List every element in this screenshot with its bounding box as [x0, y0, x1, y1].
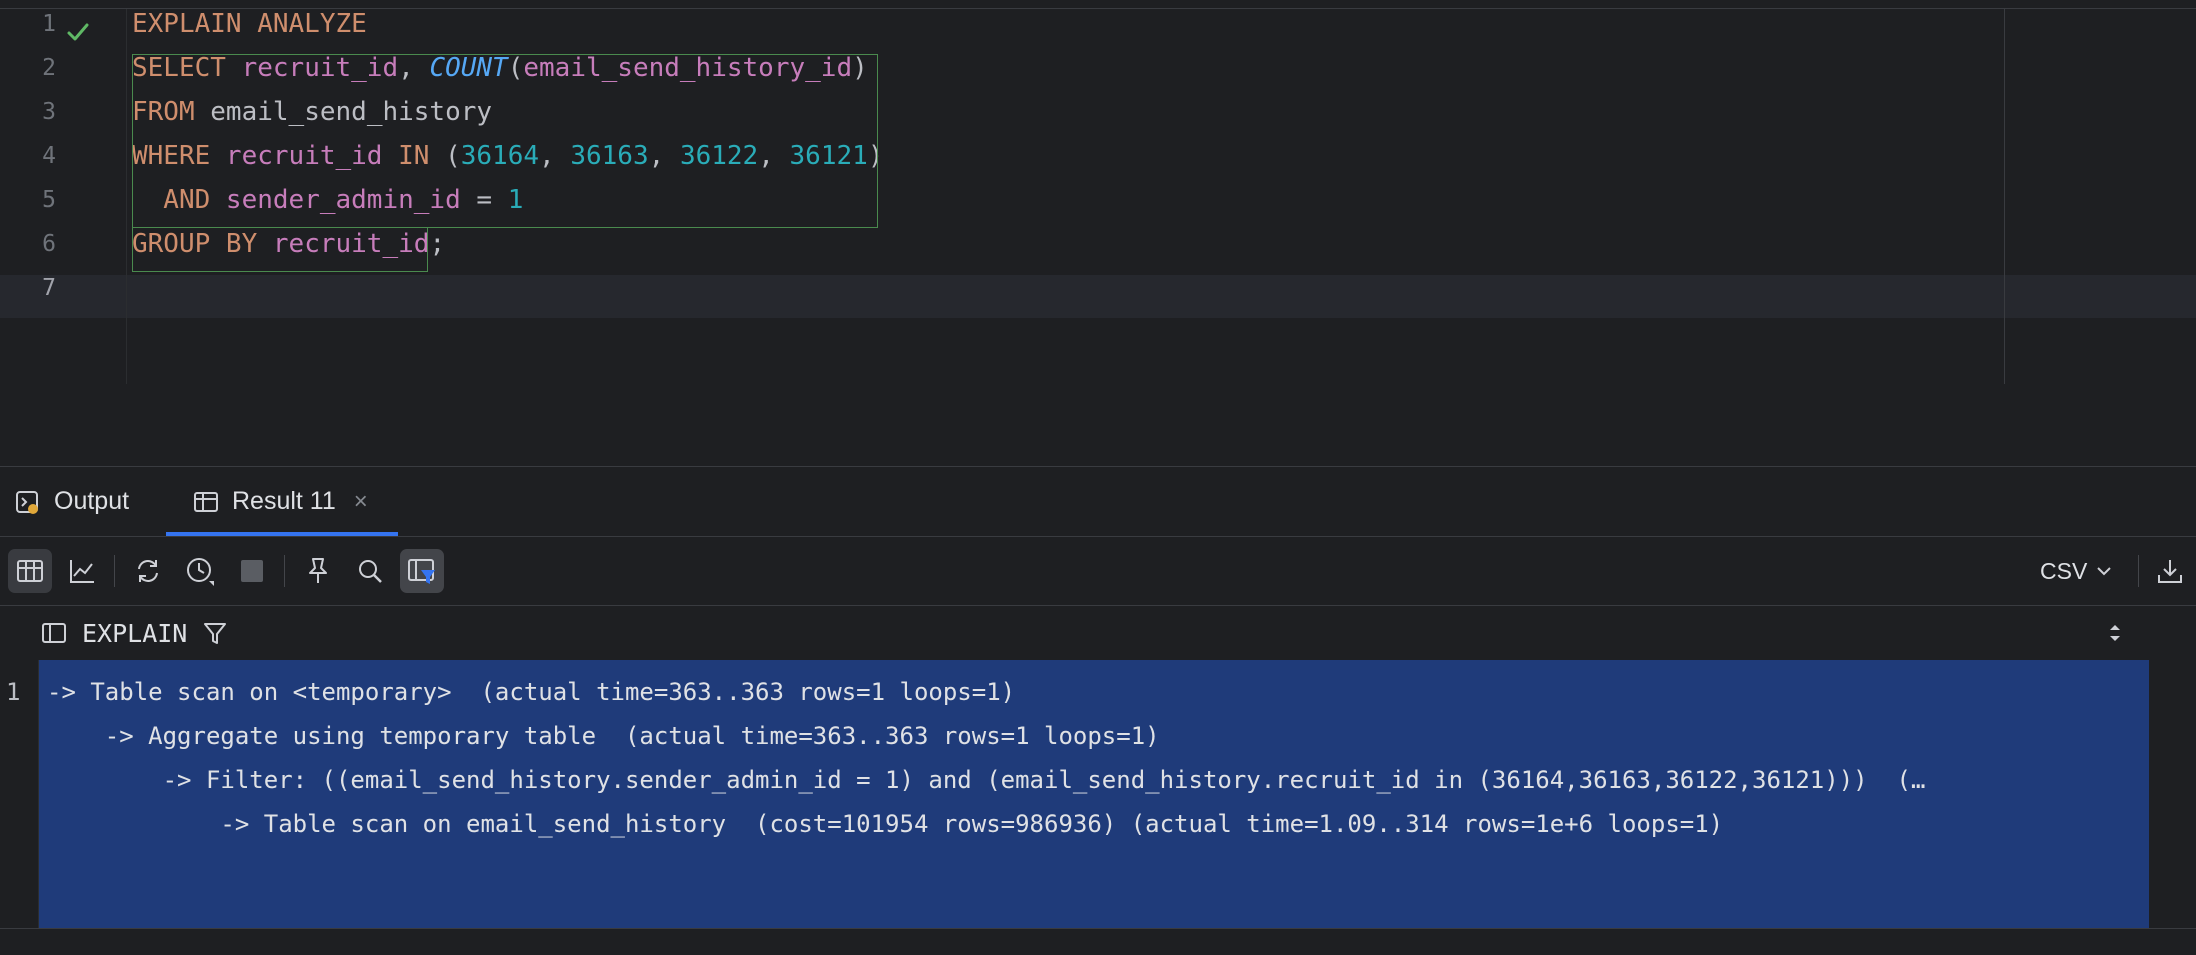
search-icon	[359, 560, 382, 583]
sort-toggle-icon[interactable]	[2104, 620, 2126, 646]
table-view-icon	[17, 560, 43, 582]
statement-highlight-box	[132, 54, 878, 228]
plan-line: -> Table scan on email_send_history (cos…	[47, 810, 1724, 838]
checkmark-icon	[67, 23, 89, 41]
result-panel-tabbar: Output Result 11 ×	[0, 467, 2196, 536]
console-output-icon	[16, 490, 38, 514]
result-toolbar: CSV	[0, 537, 2196, 605]
line-number[interactable]: 3	[0, 90, 56, 134]
pin-icon	[309, 558, 327, 583]
download-button[interactable]	[2148, 549, 2192, 593]
gutter-divider	[126, 9, 127, 384]
toolbar-separator	[114, 555, 115, 587]
plan-line: -> Filter: ((email_send_history.sender_a…	[47, 766, 1926, 794]
export-format-select[interactable]: CSV	[2040, 549, 2113, 593]
grid-footer-area	[0, 928, 2196, 955]
panel-splitter[interactable]	[0, 386, 2196, 466]
code-token: ;	[429, 229, 446, 259]
pin-button[interactable]	[296, 549, 340, 593]
refresh-button[interactable]	[126, 549, 170, 593]
current-line-highlight	[0, 275, 2196, 318]
refresh-icon	[138, 560, 158, 582]
column-header-explain[interactable]: EXPLAIN	[40, 606, 229, 660]
stop-icon	[241, 560, 263, 582]
history-button[interactable]	[178, 549, 222, 593]
export-format-value: CSV	[2040, 557, 2088, 584]
line-number[interactable]: 4	[0, 134, 56, 178]
toolbar-separator	[284, 555, 285, 587]
tab-result[interactable]: Result 11 ×	[192, 467, 368, 536]
table-icon	[194, 491, 218, 512]
statement-highlight-box-tail	[132, 228, 428, 272]
table-view-button[interactable]	[8, 549, 52, 593]
chart-view-button[interactable]	[60, 549, 104, 593]
sql-editor[interactable]: 1234567 EXPLAIN ANALYZE SELECT recruit_id…	[0, 0, 2196, 386]
column-header-label: EXPLAIN	[82, 618, 188, 648]
row-number-gutter: 1	[0, 660, 39, 928]
chevron-down-icon	[2097, 567, 2112, 576]
download-icon	[2158, 560, 2182, 583]
history-icon	[187, 558, 214, 586]
plan-line: -> Table scan on <temporary> (actual tim…	[47, 678, 1016, 706]
tab-output-label: Output	[54, 487, 130, 515]
filter-view-button[interactable]	[400, 549, 444, 593]
line-number[interactable]: 1	[0, 2, 56, 46]
close-icon[interactable]: ×	[354, 488, 368, 516]
right-margin-guide	[2004, 9, 2005, 384]
line-number[interactable]: 2	[0, 46, 56, 90]
filter-view-icon	[408, 559, 435, 584]
tab-result-label: Result 11	[232, 487, 336, 515]
code-token: EXPLAIN ANALYZE	[132, 9, 367, 39]
row-number[interactable]: 1	[6, 670, 20, 714]
stop-button[interactable]	[230, 549, 274, 593]
result-grid: 1 -> Table scan on <temporary> (actual t…	[0, 660, 2196, 928]
line-number[interactable]: 6	[0, 222, 56, 266]
filter-icon[interactable]	[201, 619, 229, 647]
plan-line: -> Aggregate using temporary table (actu…	[47, 722, 1160, 750]
code-line[interactable]: EXPLAIN ANALYZE	[132, 2, 367, 46]
grid-header: EXPLAIN	[0, 606, 2196, 660]
toolbar-separator	[2138, 555, 2139, 587]
explain-cell-selected[interactable]: -> Table scan on <temporary> (actual tim…	[39, 660, 2149, 928]
line-number[interactable]: 5	[0, 178, 56, 222]
column-panel-icon	[42, 623, 66, 643]
line-number[interactable]: 7	[0, 266, 56, 310]
tab-output[interactable]: Output	[14, 467, 129, 536]
search-button[interactable]	[348, 549, 392, 593]
chart-view-icon	[70, 560, 94, 583]
